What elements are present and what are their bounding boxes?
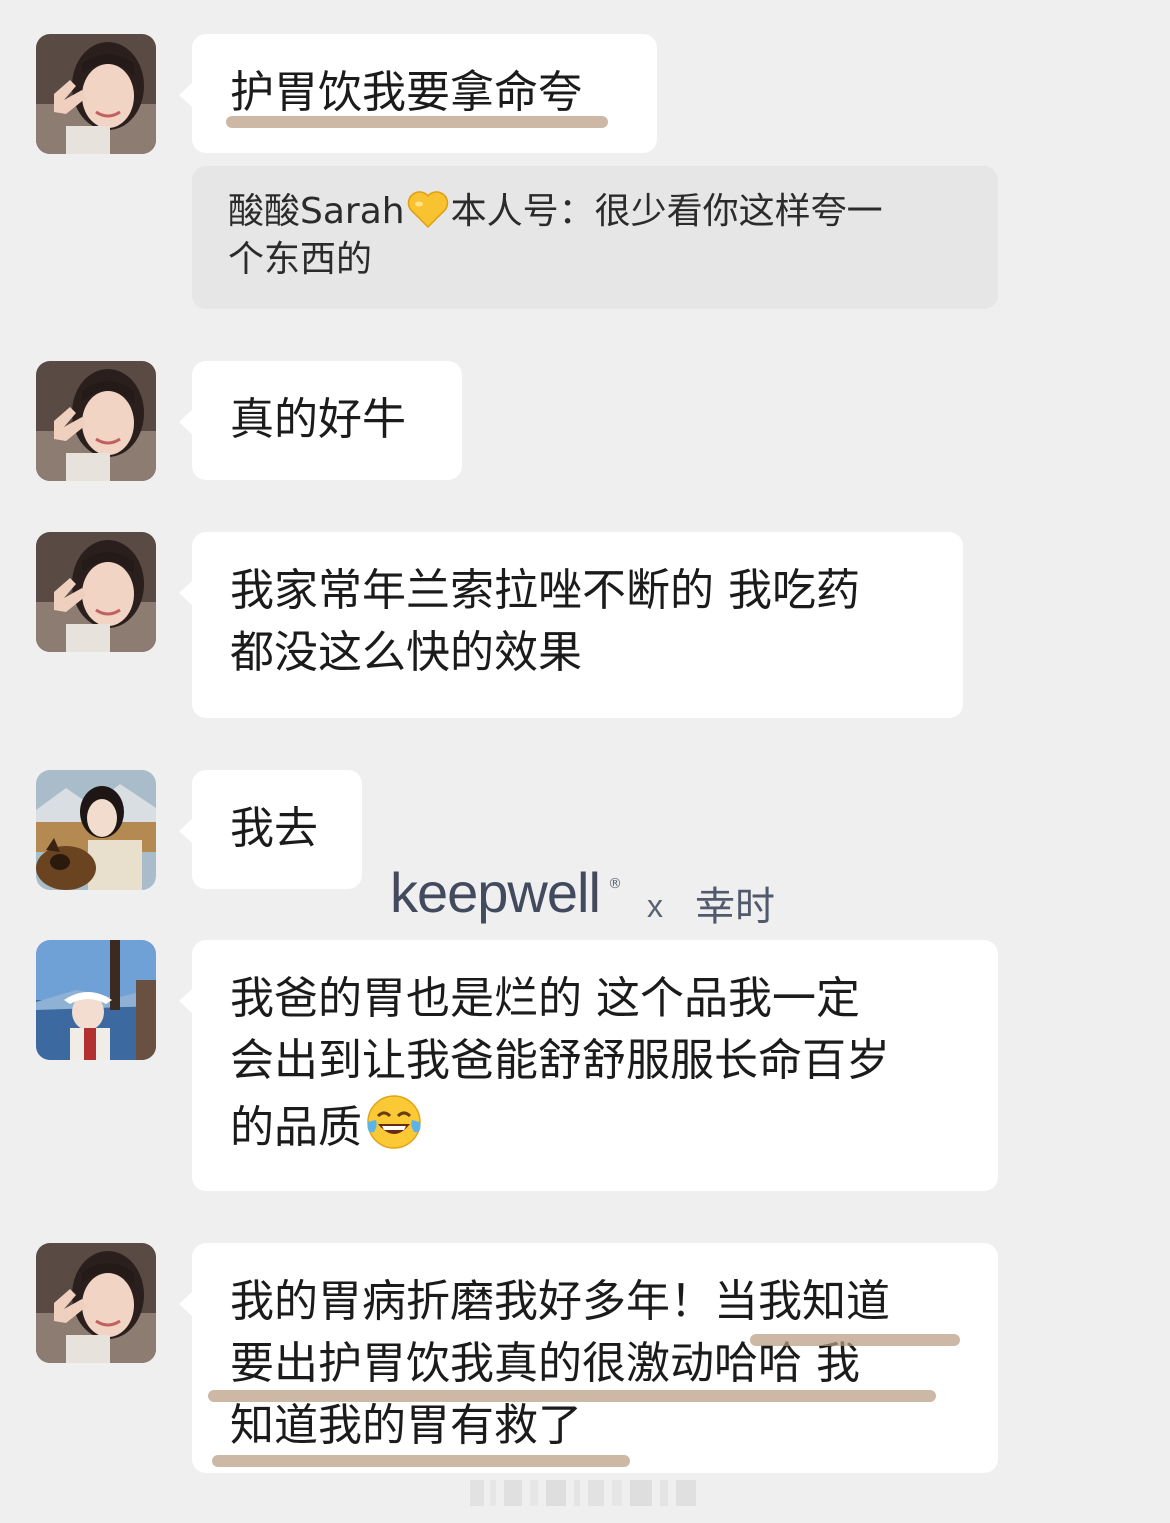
quote-label: 本人号：很少看你这样夸一 [450,191,883,232]
message-line: 我家常年兰索拉唑不断的 我吃药 [230,565,860,616]
avatar-woman-sun-visor-icon [36,940,156,1060]
tears-of-joy-emoji-icon [367,1095,421,1149]
watermark-brand: keepwell [390,861,601,924]
watermark-separator: x [647,888,663,924]
message-line: 都没这么快的效果 [230,627,582,678]
yellow-heart-emoji-icon [407,191,448,229]
message-text: 护胃饮我要拿命夸 [230,67,582,118]
message-bubble[interactable]: 护胃饮我要拿命夸 [179,34,657,153]
message-line: 知道我的胃有救了 [230,1400,582,1451]
message-text: 真的好牛 [230,394,406,445]
text-highlight-underline [226,116,608,128]
text-highlight-underline [212,1455,630,1467]
avatar[interactable] [36,34,156,154]
message-line: 我的胃病折磨我好多年！当我知道 [230,1276,890,1327]
quote-author: 酸酸Sarah [228,191,405,232]
watermark-partner: 幸时 [695,884,775,930]
avatar[interactable] [36,1243,156,1363]
avatar-woman-v-sign-icon [36,361,156,481]
message-bubble[interactable]: 我家常年兰索拉唑不断的 我吃药 都没这么快的效果 [179,532,963,718]
avatar-woman-v-sign-icon [36,34,156,154]
message-bubble[interactable]: 真的好牛 [179,361,462,480]
message-text: 我去 [230,803,318,854]
text-highlight-underline [750,1334,960,1346]
quoted-reply[interactable]: 酸酸Sarah 本人号：很少看你这样夸一 个东西的 [192,166,998,309]
avatar-woman-with-dog-icon [36,770,156,890]
message-line: 的品质 [230,1102,362,1153]
avatar[interactable] [36,940,156,1060]
avatar[interactable] [36,532,156,652]
watermark-registered: ® [608,876,622,892]
avatar-woman-v-sign-icon [36,532,156,652]
message-bubble[interactable]: 我去 [179,770,362,889]
avatar-woman-v-sign-icon [36,1243,156,1363]
message-bubble[interactable]: 我爸的胃也是烂的 这个品我一定 会出到让我爸能舒舒服服长命百岁 的品质 [179,940,998,1191]
avatar[interactable] [36,770,156,890]
brand-watermark: keepwell ® x 幸时 [390,860,810,940]
bottom-scrollbar-marks [470,1480,696,1506]
avatar[interactable] [36,361,156,481]
message-bubble[interactable]: 我的胃病折磨我好多年！当我知道 要出护胃饮我真的很激动哈哈 我 知道我的胃有救了 [179,1243,998,1473]
message-line: 会出到让我爸能舒舒服服长命百岁 [230,1035,890,1086]
message-line: 我爸的胃也是烂的 这个品我一定 [230,973,860,1024]
text-highlight-underline [208,1390,936,1402]
quote-line-2: 个东西的 [228,239,373,280]
